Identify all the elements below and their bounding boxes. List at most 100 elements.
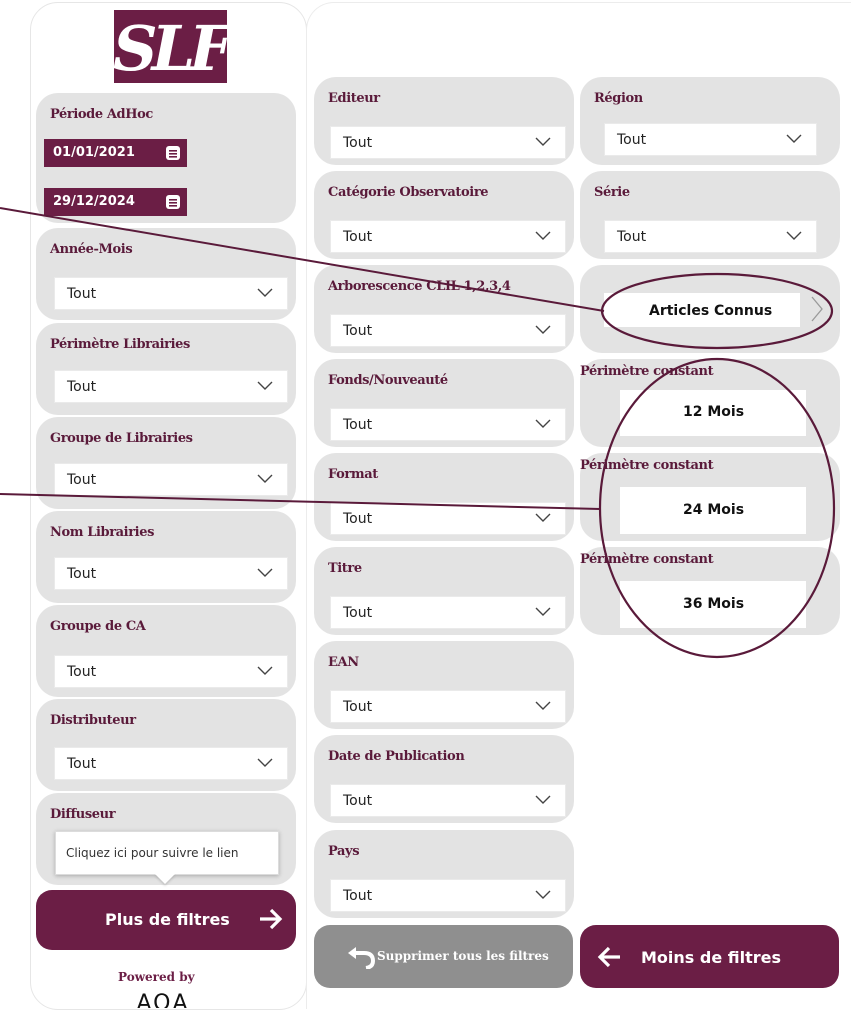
less-filters-label: Moins de filtres — [641, 948, 782, 967]
arrow-right-icon — [260, 908, 283, 930]
annee-mois-dropdown[interactable]: Tout — [54, 277, 288, 310]
clear-all-filters-button[interactable]: Supprimer tous les filtres — [314, 925, 573, 988]
filter-card-arborescence: Arborescence CLIL 1,2,3,4 Tout — [314, 265, 574, 353]
filter-card-serie: Série Tout — [580, 171, 840, 259]
perimetre-value: 12 Mois — [683, 404, 745, 420]
filter-card-perimetre-librairies: Périmètre Librairies Tout — [36, 323, 296, 415]
arborescence-dropdown[interactable]: Tout — [330, 314, 566, 347]
filter-label: Arborescence CLIL 1,2,3,4 — [328, 279, 511, 294]
ean-dropdown[interactable]: Tout — [330, 690, 566, 723]
filter-label: EAN — [328, 655, 359, 670]
filter-label: Diffuseur — [50, 807, 116, 822]
more-filters-button[interactable]: Plus de filtres — [36, 890, 296, 950]
dropdown-value: Tout — [343, 323, 373, 339]
calendar-icon[interactable] — [163, 143, 183, 163]
filter-label: Groupe de Librairies — [50, 431, 193, 446]
perimetre-card-12: Périmètre constant 12 Mois — [580, 359, 840, 447]
filter-card-editeur: Editeur Tout — [314, 77, 574, 165]
filter-label: Catégorie Observatoire — [328, 185, 489, 200]
end-date: 29/12/2024 — [53, 194, 135, 209]
editeur-dropdown[interactable]: Tout — [330, 126, 566, 159]
categorie-dropdown[interactable]: Tout — [330, 220, 566, 253]
chevron-right-icon[interactable] — [810, 295, 824, 323]
dropdown-value: Tout — [343, 135, 373, 151]
undo-arrow-icon — [348, 947, 376, 969]
dropdown-value: Tout — [67, 664, 97, 680]
filter-card-groupe-ca: Groupe de CA Tout — [36, 605, 296, 697]
dropdown-value: Tout — [343, 511, 373, 527]
perimetre-card-36: Périmètre constant 36 Mois — [580, 547, 840, 635]
dropdown-value: Tout — [67, 566, 97, 582]
filter-label: Année-Mois — [50, 242, 133, 257]
filter-label: Périmètre Librairies — [50, 337, 190, 352]
chevron-down-icon — [257, 758, 273, 767]
titre-dropdown[interactable]: Tout — [330, 596, 566, 629]
filter-label: Groupe de CA — [50, 619, 146, 634]
dropdown-value: Tout — [67, 379, 97, 395]
fonds-dropdown[interactable]: Tout — [330, 408, 566, 441]
dropdown-value: Tout — [617, 132, 647, 148]
svg-text:SLF: SLF — [114, 12, 227, 83]
perimetre-24-button[interactable]: 24 Mois — [620, 487, 806, 534]
dropdown-value: Tout — [343, 229, 373, 245]
nom-librairies-dropdown[interactable]: Tout — [54, 557, 288, 590]
chevron-down-icon — [535, 795, 551, 804]
perimetre-librairies-dropdown[interactable]: Tout — [54, 370, 288, 403]
chevron-down-icon — [786, 231, 802, 240]
perimetre-value: 24 Mois — [683, 502, 745, 518]
filter-card-annee-mois: Année-Mois Tout — [36, 228, 296, 320]
format-dropdown[interactable]: Tout — [330, 502, 566, 535]
start-date-picker[interactable]: 01/01/2021 — [44, 139, 187, 167]
dropdown-value: Tout — [617, 229, 647, 245]
filter-label: Editeur — [328, 91, 380, 106]
filter-label: Distributeur — [50, 713, 136, 728]
filter-card-pays: Pays Tout — [314, 830, 574, 918]
chevron-down-icon — [257, 666, 273, 675]
dropdown-value: Tout — [67, 756, 97, 772]
chevron-down-icon — [535, 137, 551, 146]
serie-dropdown[interactable]: Tout — [604, 220, 817, 253]
perimetre-card-24: Périmètre constant 24 Mois — [580, 453, 840, 541]
calendar-icon[interactable] — [163, 192, 183, 212]
filter-card-fonds: Fonds/Nouveauté Tout — [314, 359, 574, 447]
dropdown-value: Tout — [343, 605, 373, 621]
perimetre-36-button[interactable]: 36 Mois — [620, 581, 806, 628]
powered-by-label: Powered by — [118, 970, 195, 984]
chevron-down-icon — [257, 474, 273, 483]
filter-card-categorie: Catégorie Observatoire Tout — [314, 171, 574, 259]
filter-card-ean: EAN Tout — [314, 641, 574, 729]
filter-card-nom-librairies: Nom Librairies Tout — [36, 511, 296, 603]
filter-card-distributeur: Distributeur Tout — [36, 699, 296, 791]
dropdown-value: Tout — [67, 286, 97, 302]
dropdown-value: Tout — [343, 888, 373, 904]
clear-filters-label: Supprimer tous les filtres — [377, 949, 549, 963]
chevron-down-icon — [535, 513, 551, 522]
filter-label: Fonds/Nouveauté — [328, 373, 448, 388]
groupe-librairies-dropdown[interactable]: Tout — [54, 463, 288, 496]
perimetre-label: Périmètre constant — [580, 552, 714, 567]
period-card: Période AdHoc 01/01/2021 29/12/2024 — [36, 93, 296, 223]
tooltip-text: Cliquez ici pour suivre le lien — [66, 846, 239, 860]
more-filters-label: Plus de filtres — [105, 910, 230, 929]
pays-dropdown[interactable]: Tout — [330, 879, 566, 912]
tooltip-arrow — [155, 874, 175, 884]
end-date-picker[interactable]: 29/12/2024 — [44, 188, 187, 216]
chevron-down-icon — [535, 701, 551, 710]
filter-card-date-publication: Date de Publication Tout — [314, 735, 574, 823]
articles-connus-toggle[interactable]: Articles Connus — [604, 293, 800, 327]
distributeur-dropdown[interactable]: Tout — [54, 747, 288, 780]
date-publication-dropdown[interactable]: Tout — [330, 784, 566, 817]
chevron-down-icon — [257, 288, 273, 297]
less-filters-button[interactable]: Moins de filtres — [580, 925, 839, 988]
chevron-down-icon — [535, 890, 551, 899]
filter-card-titre: Titre Tout — [314, 547, 574, 635]
slf-logo: SLF — [114, 10, 227, 83]
filter-label: Pays — [328, 844, 360, 859]
arrow-left-icon — [597, 946, 620, 968]
dropdown-value: Tout — [343, 699, 373, 715]
region-dropdown[interactable]: Tout — [604, 123, 817, 156]
groupe-ca-dropdown[interactable]: Tout — [54, 655, 288, 688]
filter-card-region: Région Tout — [580, 77, 840, 165]
perimetre-12-button[interactable]: 12 Mois — [620, 390, 806, 436]
period-label: Période AdHoc — [50, 107, 153, 122]
